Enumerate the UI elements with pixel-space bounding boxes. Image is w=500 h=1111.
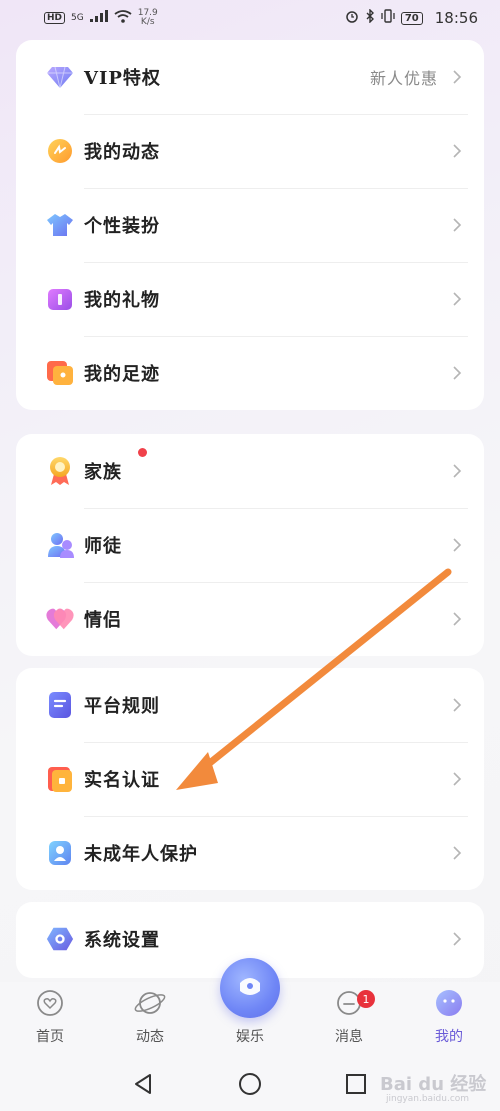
tab-label: 消息 — [335, 1029, 363, 1045]
tab-label: 我的 — [435, 1029, 463, 1045]
couple-heart-icon — [46, 605, 74, 633]
planet-icon — [115, 986, 185, 1020]
home-heart-icon — [15, 986, 85, 1020]
menu-item-moments[interactable]: 我的动态 — [16, 114, 484, 188]
id-verify-icon — [46, 765, 74, 793]
wifi-icon — [114, 9, 132, 27]
menu-item-gifts[interactable]: 我的礼物 — [16, 262, 484, 336]
chevron-right-icon — [453, 932, 462, 946]
menu-label: 系统设置 — [84, 930, 160, 951]
entertainment-center-button[interactable] — [220, 958, 280, 1018]
vip-hint: 新人优惠 — [369, 69, 438, 88]
menu-label: 我的礼物 — [84, 290, 160, 311]
chevron-right-icon — [453, 612, 462, 626]
tab-entertainment[interactable]: 娱乐 — [215, 1026, 285, 1046]
menu-label: 师徒 — [84, 536, 122, 557]
minor-protect-icon — [46, 839, 74, 867]
menu-label: 我的动态 — [84, 142, 160, 163]
chevron-right-icon — [453, 366, 462, 380]
menu-item-family[interactable]: 家族 — [16, 434, 484, 508]
profile-face-icon — [414, 986, 484, 1020]
tab-profile[interactable]: 我的 — [414, 986, 484, 1046]
menu-item-real-name-verification[interactable]: 实名认证 — [16, 742, 484, 816]
chevron-right-icon — [453, 538, 462, 552]
chevron-right-icon — [453, 218, 462, 232]
menu-label: 平台规则 — [84, 696, 160, 717]
menu-item-vip[interactable]: VIP特权 新人优惠 — [16, 40, 484, 114]
status-bar: HD 5G 17.9 K/s 70 18:56 — [0, 0, 500, 36]
recents-square-icon[interactable] — [344, 1072, 368, 1096]
notification-dot — [138, 448, 147, 457]
gift-icon — [46, 285, 74, 313]
tab-label: 首页 — [36, 1029, 64, 1045]
chevron-right-icon — [453, 292, 462, 306]
social-card: 家族 师徒 情侣 — [16, 434, 484, 656]
menu-item-couple[interactable]: 情侣 — [16, 582, 484, 656]
entertainment-icon — [235, 971, 265, 1005]
signal-icon — [89, 10, 108, 26]
battery-indicator: 70 — [400, 11, 423, 25]
menu-label: 情侣 — [84, 610, 122, 631]
vibrate-icon — [381, 9, 395, 27]
mentor-icon — [46, 531, 74, 559]
menu-item-minor-protection[interactable]: 未成年人保护 — [16, 816, 484, 890]
settings-icon — [46, 925, 74, 953]
moments-icon — [46, 137, 74, 165]
menu-item-footprints[interactable]: 我的足迹 — [16, 336, 484, 410]
tab-home[interactable]: 首页 — [15, 986, 85, 1046]
watermark-url: jingyan.baidu.com — [386, 1094, 470, 1104]
hd-indicator: HD — [44, 12, 66, 24]
watermark-logo: Bai du 经验 — [380, 1074, 487, 1095]
menu-label: 我的足迹 — [84, 364, 160, 385]
chevron-right-icon — [453, 846, 462, 860]
menu-label: VIP特权 — [84, 68, 161, 89]
alarm-icon — [345, 9, 359, 27]
family-medal-icon — [46, 457, 74, 485]
menu-label: 家族 — [84, 462, 122, 483]
tab-label: 动态 — [136, 1029, 164, 1045]
account-card: VIP特权 新人优惠 我的动态 个性装扮 我的礼物 我的足迹 — [16, 40, 484, 410]
rules-doc-icon — [46, 691, 74, 719]
menu-item-platform-rules[interactable]: 平台规则 — [16, 668, 484, 742]
rules-card: 平台规则 实名认证 未成年人保护 — [16, 668, 484, 890]
menu-item-outfit[interactable]: 个性装扮 — [16, 188, 484, 262]
chevron-right-icon — [453, 70, 462, 84]
chevron-right-icon — [453, 698, 462, 712]
home-circle-icon[interactable] — [238, 1072, 262, 1096]
tab-label: 娱乐 — [236, 1029, 264, 1045]
bluetooth-icon — [365, 8, 375, 27]
chevron-right-icon — [453, 144, 462, 158]
speed-unit: K/s — [140, 17, 155, 27]
message-badge: 1 — [357, 990, 375, 1008]
menu-label: 个性装扮 — [84, 216, 160, 237]
network-type: 5G — [71, 13, 84, 23]
tab-moments[interactable]: 动态 — [115, 986, 185, 1046]
network-speed: 17.9 K/s — [138, 9, 158, 27]
shirt-icon — [46, 211, 74, 239]
back-icon[interactable] — [132, 1072, 154, 1096]
chevron-right-icon — [453, 772, 462, 786]
menu-item-mentor[interactable]: 师徒 — [16, 508, 484, 582]
diamond-icon — [46, 63, 74, 91]
chevron-right-icon — [453, 464, 462, 478]
clock: 18:56 — [434, 9, 478, 27]
menu-label: 实名认证 — [84, 770, 160, 791]
footprint-icon — [46, 359, 74, 387]
menu-label: 未成年人保护 — [84, 844, 198, 865]
